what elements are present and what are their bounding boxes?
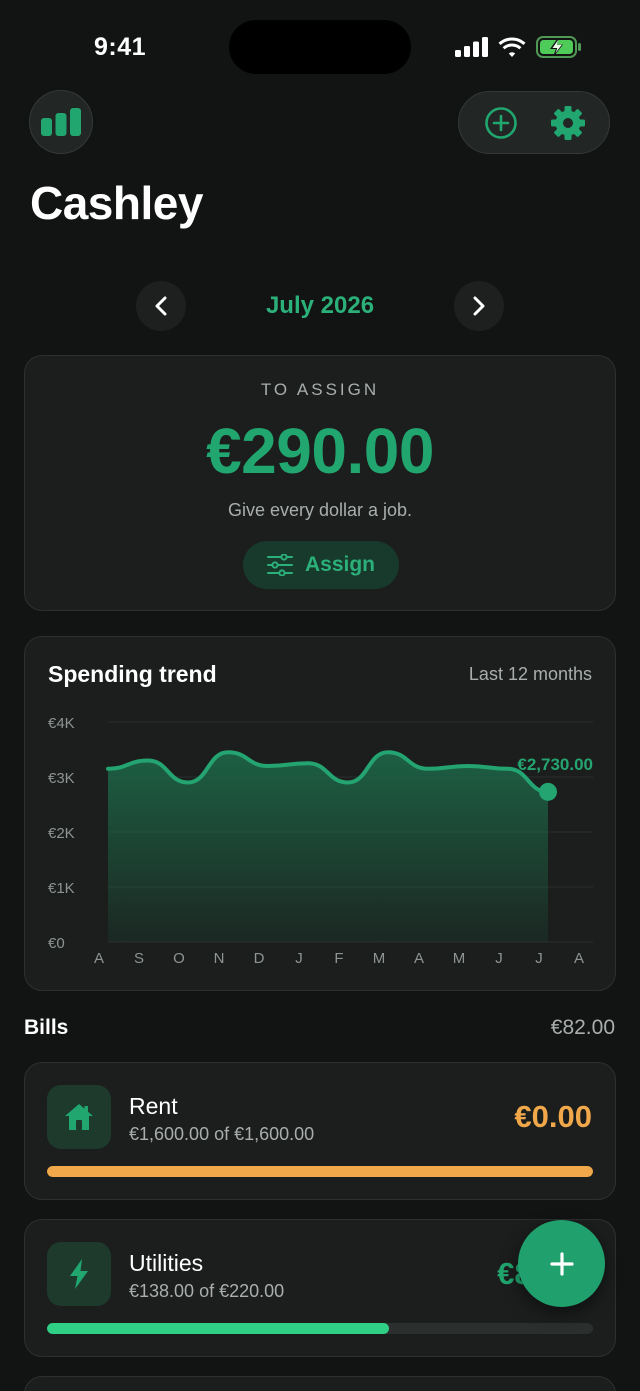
x-tick-label: J [535, 950, 543, 967]
house-icon [65, 1104, 93, 1130]
bill-card[interactable]: Rent €1,600.00 of €1,600.00 €0.00 [24, 1062, 616, 1200]
bill-icon [47, 1242, 111, 1306]
x-tick-label: O [173, 950, 185, 967]
bill-progress-track [47, 1166, 593, 1177]
x-tick-label: M [453, 950, 466, 967]
header-actions [458, 91, 610, 154]
stats-button[interactable] [29, 90, 93, 154]
last-data-point [539, 782, 557, 801]
settings-button[interactable] [543, 98, 593, 148]
chevron-right-icon [473, 296, 485, 316]
x-tick-label: A [414, 950, 424, 967]
cellular-signal-icon [455, 37, 488, 57]
bill-progress-fill [47, 1323, 390, 1334]
y-tick-label: €1K [48, 880, 75, 897]
bill-progress-text: €1,600.00 of €1,600.00 [129, 1124, 315, 1144]
sliders-icon [266, 554, 293, 576]
assign-button-label: Assign [304, 553, 375, 576]
bill-card-partial[interactable] [24, 1376, 616, 1391]
chevron-left-icon [155, 296, 167, 316]
to-assign-card: TO ASSIGN €290.00 Give every dollar a jo… [24, 355, 616, 611]
x-tick-label: A [574, 950, 584, 967]
screen: 9:41 Cashley July 2026 TO ASSIGN €290.00… [0, 0, 640, 1391]
month-label: July 2026 [265, 292, 375, 319]
x-tick-label: M [373, 950, 386, 967]
bills-total: €82.00 [550, 1016, 615, 1039]
to-assign-amount: €290.00 [206, 415, 434, 487]
bill-name: Utilities [129, 1250, 204, 1276]
plus-circle-icon [484, 106, 517, 139]
y-tick-label: €3K [48, 770, 75, 787]
wifi-icon [498, 37, 526, 57]
add-transaction-fab[interactable] [518, 1220, 605, 1307]
dynamic-island [229, 20, 411, 74]
x-tick-label: J [295, 950, 303, 967]
x-tick-label: N [214, 950, 225, 967]
bar-chart-icon [41, 108, 81, 136]
last-value-label: €2,730.00 [517, 755, 593, 774]
bill-progress-track [47, 1323, 593, 1334]
bills-title: Bills [24, 1016, 69, 1039]
area-fill [108, 752, 548, 942]
app-title: Cashley [30, 177, 203, 229]
bill-amount: €0.00 [514, 1099, 592, 1134]
y-tick-label: €0 [48, 935, 65, 952]
lightning-icon [70, 1259, 88, 1289]
bill-icon [47, 1085, 111, 1149]
next-month-button[interactable] [454, 281, 504, 331]
x-tick-label: S [134, 950, 144, 967]
add-button[interactable] [476, 98, 526, 148]
x-tick-label: F [334, 950, 343, 967]
to-assign-subtitle: Give every dollar a job. [227, 500, 413, 520]
plus-icon [549, 1251, 574, 1276]
x-tick-label: D [254, 950, 265, 967]
status-icons [455, 34, 582, 60]
y-tick-label: €2K [48, 825, 75, 842]
gear-icon [550, 105, 585, 140]
to-assign-label: TO ASSIGN [260, 380, 380, 399]
spending-trend-card: Spending trend Last 12 months €0 €1K €2K €3… [24, 636, 616, 991]
bill-name: Rent [129, 1093, 178, 1119]
x-tick-label: J [495, 950, 503, 967]
battery-charging-icon [536, 36, 581, 58]
status-time: 9:41 [94, 33, 147, 61]
bill-progress-fill [47, 1166, 593, 1177]
assign-button[interactable]: Assign [243, 541, 399, 589]
spending-trend-chart: €0 €1K €2K €3K €4K A S O N D J F M A M J J A €2,730.00 [48, 715, 593, 967]
y-tick-label: €4K [48, 715, 75, 732]
x-tick-label: A [94, 950, 104, 967]
bill-progress-text: €138.00 of €220.00 [129, 1281, 285, 1301]
previous-month-button[interactable] [136, 281, 186, 331]
